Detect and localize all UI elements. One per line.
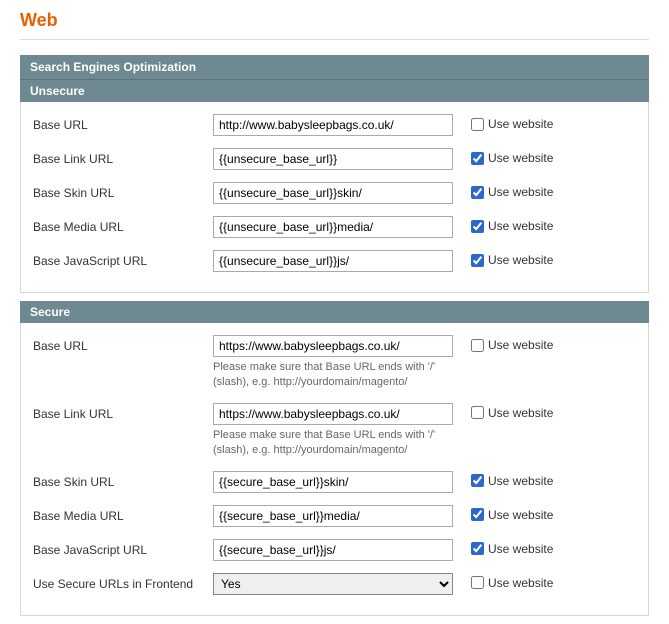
- secure-base-js-url-input[interactable]: [213, 539, 453, 561]
- field-label: Use Secure URLs in Frontend: [33, 573, 213, 591]
- unsecure-base-media-url-input[interactable]: [213, 216, 453, 238]
- use-website-label: Use website: [488, 117, 553, 131]
- field-label: Base URL: [33, 335, 213, 353]
- secure-base-url-use-website-checkbox[interactable]: [471, 339, 484, 352]
- field-label: Base JavaScript URL: [33, 250, 213, 268]
- field-label: Base Media URL: [33, 505, 213, 523]
- unsecure-base-skin-url-row: Base Skin URL Use website: [33, 182, 636, 204]
- use-website-label: Use website: [488, 542, 553, 556]
- use-website-label: Use website: [488, 185, 553, 199]
- secure-base-js-url-use-website-checkbox[interactable]: [471, 542, 484, 555]
- secure-form: Base URL Please make sure that Base URL …: [20, 323, 649, 616]
- use-website-label: Use website: [488, 508, 553, 522]
- config-section: Search Engines Optimization Unsecure Bas…: [20, 55, 649, 616]
- unsecure-base-link-url-input[interactable]: [213, 148, 453, 170]
- secure-base-js-url-row: Base JavaScript URL Use website: [33, 539, 636, 561]
- use-secure-frontend-select[interactable]: Yes: [213, 573, 453, 595]
- use-website-label: Use website: [488, 219, 553, 233]
- unsecure-base-js-url-use-website-checkbox[interactable]: [471, 254, 484, 267]
- secure-base-skin-url-row: Base Skin URL Use website: [33, 471, 636, 493]
- unsecure-base-js-url-row: Base JavaScript URL Use website: [33, 250, 636, 272]
- unsecure-section-header[interactable]: Unsecure: [20, 80, 649, 102]
- field-label: Base Skin URL: [33, 182, 213, 200]
- page-title: Web: [0, 0, 669, 39]
- use-website-label: Use website: [488, 474, 553, 488]
- unsecure-base-url-input[interactable]: [213, 114, 453, 136]
- field-label: Base Media URL: [33, 216, 213, 234]
- secure-base-link-url-row: Base Link URL Please make sure that Base…: [33, 403, 636, 459]
- seo-section-header[interactable]: Search Engines Optimization: [20, 55, 649, 80]
- use-website-label: Use website: [488, 576, 553, 590]
- unsecure-base-skin-url-use-website-checkbox[interactable]: [471, 186, 484, 199]
- secure-base-skin-url-use-website-checkbox[interactable]: [471, 474, 484, 487]
- unsecure-base-link-url-use-website-checkbox[interactable]: [471, 152, 484, 165]
- use-secure-frontend-use-website-checkbox[interactable]: [471, 576, 484, 589]
- field-label: Base JavaScript URL: [33, 539, 213, 557]
- use-website-label: Use website: [488, 253, 553, 267]
- field-label: Base Skin URL: [33, 471, 213, 489]
- unsecure-base-media-url-use-website-checkbox[interactable]: [471, 220, 484, 233]
- secure-base-skin-url-input[interactable]: [213, 471, 453, 493]
- secure-section-header[interactable]: Secure: [20, 301, 649, 323]
- secure-base-link-url-use-website-checkbox[interactable]: [471, 406, 484, 419]
- field-label: Base Link URL: [33, 403, 213, 421]
- unsecure-base-url-row: Base URL Use website: [33, 114, 636, 136]
- unsecure-base-media-url-row: Base Media URL Use website: [33, 216, 636, 238]
- secure-base-media-url-use-website-checkbox[interactable]: [471, 508, 484, 521]
- secure-base-url-row: Base URL Please make sure that Base URL …: [33, 335, 636, 391]
- use-website-label: Use website: [488, 338, 553, 352]
- unsecure-base-js-url-input[interactable]: [213, 250, 453, 272]
- field-hint: Please make sure that Base URL ends with…: [213, 428, 453, 459]
- unsecure-base-url-use-website-checkbox[interactable]: [471, 118, 484, 131]
- unsecure-base-skin-url-input[interactable]: [213, 182, 453, 204]
- secure-base-media-url-row: Base Media URL Use website: [33, 505, 636, 527]
- use-website-label: Use website: [488, 151, 553, 165]
- unsecure-base-link-url-row: Base Link URL Use website: [33, 148, 636, 170]
- field-label: Base URL: [33, 114, 213, 132]
- secure-base-url-input[interactable]: [213, 335, 453, 357]
- secure-base-link-url-input[interactable]: [213, 403, 453, 425]
- use-website-label: Use website: [488, 406, 553, 420]
- field-hint: Please make sure that Base URL ends with…: [213, 360, 453, 391]
- title-divider: [20, 39, 649, 40]
- secure-base-media-url-input[interactable]: [213, 505, 453, 527]
- unsecure-form: Base URL Use website Base Link URL Use w…: [20, 102, 649, 293]
- secure-use-frontend-row: Use Secure URLs in Frontend Yes Use webs…: [33, 573, 636, 595]
- field-label: Base Link URL: [33, 148, 213, 166]
